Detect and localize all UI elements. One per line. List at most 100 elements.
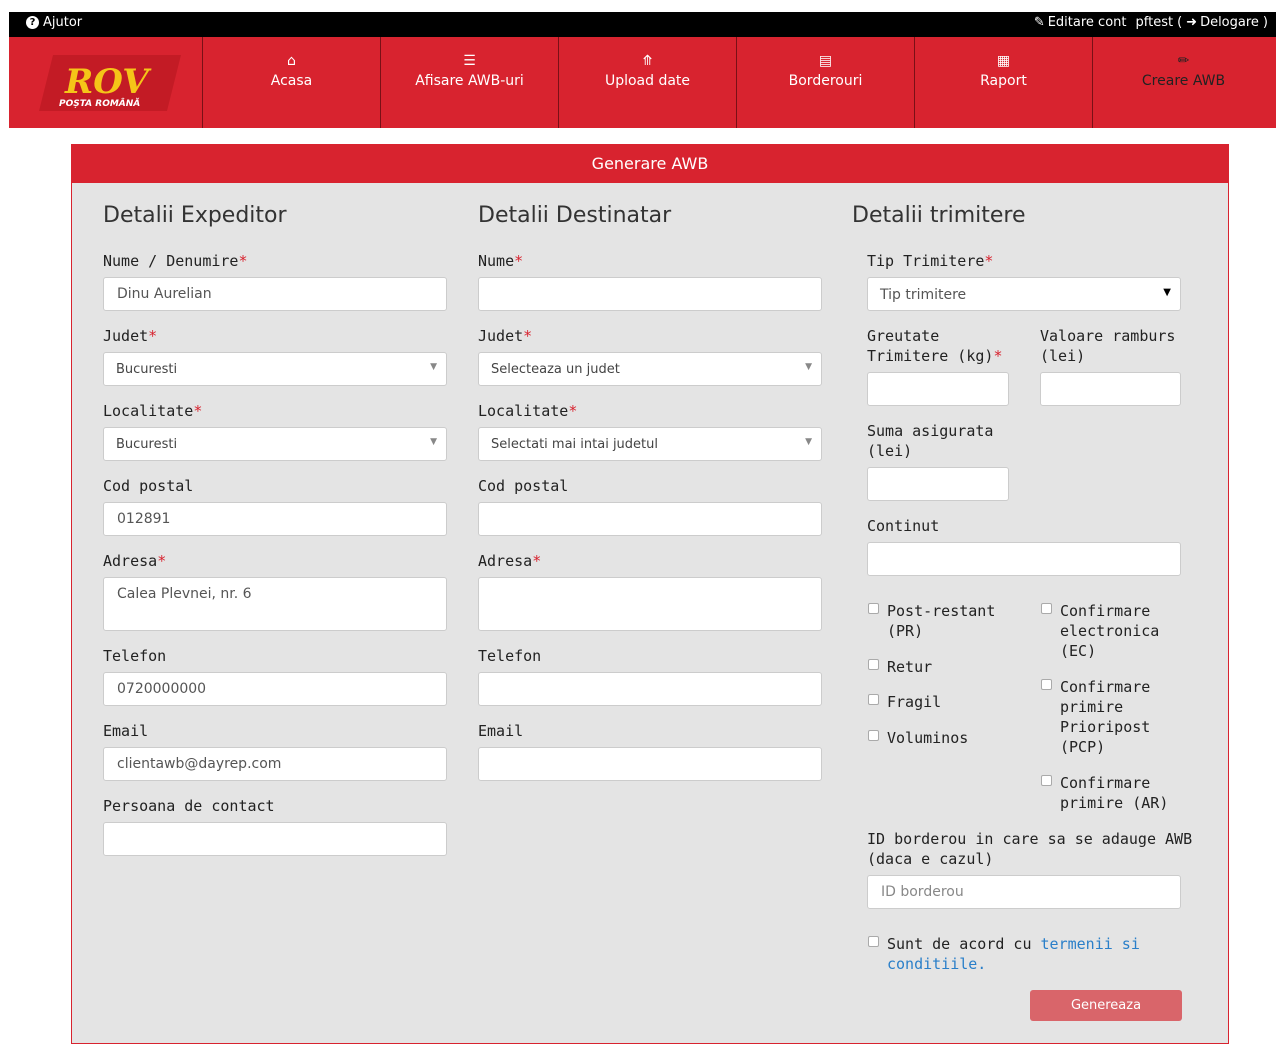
nav-label: Raport [980, 73, 1027, 89]
panel-title: Generare AWB [72, 145, 1228, 183]
top-bar: ? Ajutor ✎ Editare cont pftest ( ➜ Delog… [9, 12, 1276, 37]
report-icon: ▦ [996, 53, 1011, 69]
terms-label: Sunt de acord cu termenii si conditiile. [887, 935, 1140, 973]
sender-phone-label: Telefon [103, 647, 167, 665]
checkbox-retur[interactable] [868, 659, 879, 670]
nav-label: Acasa [270, 73, 313, 89]
paren-close: ) [1262, 15, 1268, 30]
logo-graphic: ROV POȘTA ROMÂNĂ [39, 55, 181, 111]
sender-postal-input[interactable]: 012891 [103, 502, 447, 536]
checkbox-label: Confirmare primire (AR) [1060, 774, 1169, 812]
recipient-title: Detalii Destinatar [478, 203, 672, 228]
checkbox-label: Confirmare primire Prioripost (PCP) [1060, 678, 1151, 756]
recipient-postal-input[interactable] [478, 502, 822, 536]
checkbox-post-restant[interactable] [868, 603, 879, 614]
cod-value-input[interactable] [1040, 372, 1181, 406]
recipient-address-textarea[interactable] [478, 577, 822, 631]
recipient-email-input[interactable] [478, 747, 822, 781]
content-label: Continut [867, 517, 940, 535]
shipment-title: Detalii trimitere [852, 203, 1026, 228]
insured-input[interactable] [867, 467, 1009, 501]
nav-creare-awb[interactable]: ✏ Creare AWB [1093, 37, 1274, 128]
pencil-icon: ✏ [1177, 53, 1190, 69]
logout-icon: ➜ [1186, 15, 1198, 30]
weight-label: Greutate Trimitere (kg)* [867, 327, 1003, 365]
help-link[interactable]: ? Ajutor [26, 15, 82, 30]
sender-locality-label: Localitate* [103, 402, 203, 420]
question-circle-icon: ? [26, 16, 39, 29]
nav-afisare-awb[interactable]: ☰ Afisare AWB-uri [381, 37, 559, 128]
chevron-down-icon: ▼ [805, 437, 812, 447]
nav-acasa[interactable]: ⌂ Acasa [203, 37, 381, 128]
account-links: ✎ Editare cont pftest ( ➜ Delogare ) [1034, 15, 1268, 30]
checkbox-terms[interactable] [868, 936, 879, 947]
edit-account-link[interactable]: Editare cont [1048, 15, 1127, 30]
checkbox-fragil[interactable] [868, 694, 879, 705]
edit-icon: ✎ [1033, 15, 1045, 30]
recipient-name-input[interactable] [478, 277, 822, 311]
posta-romana-logo[interactable]: ROV POȘTA ROMÂNĂ [9, 37, 203, 128]
terms-link[interactable]: termenii si [1041, 935, 1140, 953]
home-icon: ⌂ [287, 53, 296, 69]
recipient-locality-select[interactable]: Selectati mai intai judetul ▼ [478, 427, 822, 461]
borderou-input[interactable]: ID borderou [867, 875, 1181, 909]
newspaper-icon: ▤ [818, 53, 833, 69]
nav-upload-date[interactable]: ⤊ Upload date [559, 37, 737, 128]
terms-link[interactable]: conditiile. [887, 955, 986, 973]
sender-county-select[interactable]: Bucuresti ▼ [103, 352, 447, 386]
checkbox-label: Retur [887, 658, 933, 676]
help-label: Ajutor [43, 15, 83, 30]
sender-contact-input[interactable] [103, 822, 447, 856]
checkbox-confirmare-electronica[interactable] [1041, 603, 1052, 614]
recipient-postal-label: Cod postal [478, 477, 569, 495]
weight-input[interactable] [867, 372, 1009, 406]
chevron-down-icon: ▼ [1163, 287, 1171, 298]
sender-phone-input[interactable]: 0720000000 [103, 672, 447, 706]
logo-text: POȘTA ROMÂNĂ [59, 97, 140, 109]
checkbox-label: Voluminos [887, 729, 969, 747]
paren-open: ( [1177, 15, 1183, 30]
recipient-county-label: Judet* [478, 327, 533, 345]
cod-value-label: Valoare ramburs (lei) [1040, 327, 1176, 365]
nav-label: Afisare AWB-uri [415, 73, 524, 89]
nav-borderouri[interactable]: ▤ Borderouri [737, 37, 915, 128]
username: pftest [1135, 15, 1174, 30]
checkbox-confirmare-prioripost[interactable] [1041, 679, 1052, 690]
shipment-type-select[interactable]: Tip trimitere ▼ [867, 277, 1181, 311]
checkbox-confirmare-ar[interactable] [1041, 775, 1052, 786]
logout-link[interactable]: Delogare [1200, 15, 1259, 30]
recipient-address-label: Adresa* [478, 552, 542, 570]
content-input[interactable] [867, 542, 1181, 576]
nav-label: Creare AWB [1141, 73, 1226, 89]
nav-raport[interactable]: ▦ Raport [915, 37, 1093, 128]
nav-label: Upload date [604, 73, 691, 89]
sender-postal-label: Cod postal [103, 477, 194, 495]
chevron-down-icon: ▼ [805, 362, 812, 372]
sender-title: Detalii Expeditor [103, 203, 287, 228]
checkbox-label: Post-restant (PR) [887, 602, 996, 640]
checkbox-voluminos[interactable] [868, 730, 879, 741]
recipient-name-label: Nume* [478, 252, 524, 270]
sender-locality-select[interactable]: Bucuresti ▼ [103, 427, 447, 461]
chevron-down-icon: ▼ [430, 437, 437, 447]
logo-mark: ROV [64, 62, 152, 102]
sender-email-label: Email [103, 722, 149, 740]
nav-label: Borderouri [788, 73, 863, 89]
main-nav: ROV POȘTA ROMÂNĂ ⌂ Acasa ☰ Afisare AWB-u… [9, 37, 1276, 128]
chevron-down-icon: ▼ [430, 362, 437, 372]
sender-name-input[interactable]: Dinu Aurelian [103, 277, 447, 311]
checkbox-label: Confirmare electronica (EC) [1060, 602, 1160, 660]
shipment-type-label: Tip Trimitere* [867, 252, 994, 270]
sender-address-textarea[interactable]: Calea Plevnei, nr. 6 [103, 577, 447, 631]
sender-name-label: Nume / Denumire* [103, 252, 248, 270]
recipient-phone-input[interactable] [478, 672, 822, 706]
list-icon: ☰ [463, 53, 476, 69]
sender-address-label: Adresa* [103, 552, 167, 570]
sender-email-input[interactable]: clientawb@dayrep.com [103, 747, 447, 781]
recipient-county-select[interactable]: Selecteaza un judet ▼ [478, 352, 822, 386]
recipient-locality-label: Localitate* [478, 402, 578, 420]
sender-contact-label: Persoana de contact [103, 797, 275, 815]
awb-form-panel: Generare AWB Detalii Expeditor Nume / De… [71, 144, 1229, 1044]
sender-county-label: Judet* [103, 327, 158, 345]
generate-button[interactable]: Genereaza [1030, 990, 1182, 1021]
